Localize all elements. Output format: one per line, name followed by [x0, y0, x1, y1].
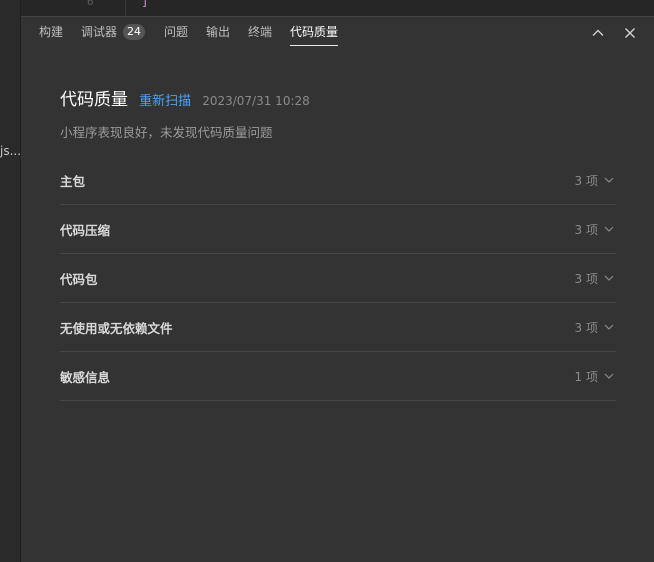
chevron-up-icon [591, 26, 605, 40]
code-text: ] [141, 0, 149, 9]
gutter-divider [125, 0, 126, 16]
section-label: 代码压缩 [60, 223, 111, 238]
chevron-down-icon [604, 274, 614, 282]
tab-label: 问题 [164, 25, 189, 39]
tab-code-quality[interactable]: 代码质量 [290, 17, 339, 46]
section-code-compression[interactable]: 代码压缩 3 项 [60, 205, 616, 254]
tab-problems[interactable]: 问题 [164, 17, 188, 47]
section-count: 3 项 [574, 174, 598, 188]
close-panel-button[interactable] [623, 26, 637, 40]
ide-window: js... 6 ] 构建 调试器 24 问题 输出 终端 代码质量 代码质量 重… [0, 0, 654, 562]
section-count: 3 项 [574, 272, 598, 286]
section-count: 3 项 [574, 223, 598, 237]
tab-label: 调试器 [81, 25, 118, 39]
code-quality-header: 代码质量 重新扫描 2023/07/31 10:28 小程序表现良好，未发现代码… [60, 85, 616, 141]
collapse-panel-button[interactable] [591, 26, 605, 40]
section-label: 敏感信息 [60, 370, 111, 385]
explorer-file-item[interactable]: js... [0, 144, 21, 158]
tab-label: 代码质量 [290, 25, 339, 39]
section-code-package[interactable]: 代码包 3 项 [60, 254, 616, 303]
section-count: 3 项 [574, 321, 598, 335]
tab-label: 输出 [206, 25, 231, 39]
tab-terminal[interactable]: 终端 [248, 17, 272, 47]
tab-debugger[interactable]: 调试器 24 [81, 17, 146, 47]
scan-timestamp: 2023/07/31 10:28 [202, 94, 310, 108]
chevron-down-icon [604, 323, 614, 331]
chevron-down-icon [604, 176, 614, 184]
explorer-strip: js... [0, 0, 21, 562]
close-icon [623, 26, 637, 40]
quality-section-list: 主包 3 项 代码压缩 3 项 代码包 3 项 无使用或无依赖文件 3 项 敏感… [60, 156, 616, 401]
debugger-count-badge: 24 [123, 24, 146, 40]
section-main-package[interactable]: 主包 3 项 [60, 156, 616, 205]
tab-build[interactable]: 构建 [39, 17, 63, 47]
bottom-panel: 构建 调试器 24 问题 输出 终端 代码质量 代码质量 重新扫描 2023/0… [21, 16, 654, 562]
editor-area: 6 ] [21, 0, 654, 16]
tab-label: 构建 [39, 25, 64, 39]
section-label: 无使用或无依赖文件 [60, 321, 173, 336]
section-unused-files[interactable]: 无使用或无依赖文件 3 项 [60, 303, 616, 352]
panel-tabbar: 构建 调试器 24 问题 输出 终端 代码质量 [21, 17, 654, 49]
line-number: 6 [87, 0, 94, 8]
chevron-down-icon [604, 372, 614, 380]
tab-label: 终端 [248, 25, 273, 39]
section-count: 1 项 [574, 370, 598, 384]
section-sensitive-info[interactable]: 敏感信息 1 项 [60, 352, 616, 401]
chevron-down-icon [604, 225, 614, 233]
section-label: 代码包 [60, 272, 98, 287]
page-title: 代码质量 [60, 90, 128, 110]
rescan-link[interactable]: 重新扫描 [139, 94, 191, 109]
quality-summary: 小程序表现良好，未发现代码质量问题 [60, 125, 273, 140]
section-label: 主包 [60, 174, 86, 189]
tab-output[interactable]: 输出 [206, 17, 230, 47]
